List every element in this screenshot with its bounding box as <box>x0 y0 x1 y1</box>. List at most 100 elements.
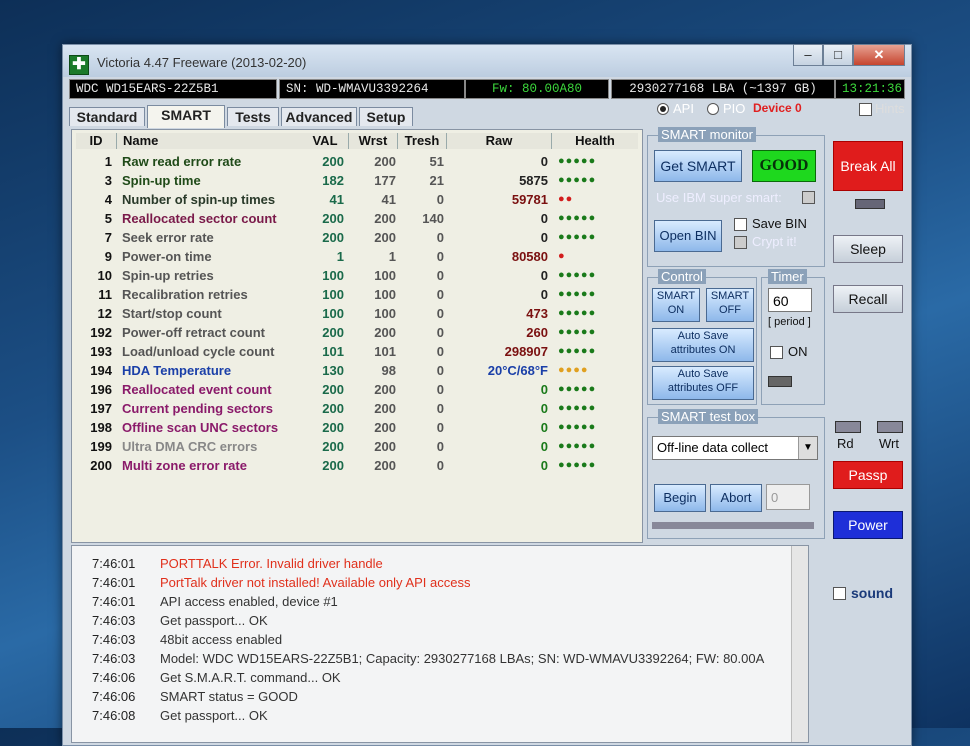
attr-id: 196 <box>90 382 112 397</box>
attr-raw: 0 <box>540 211 548 226</box>
attr-raw: 20°C/68°F <box>487 363 548 378</box>
col-raw[interactable]: Raw <box>447 133 552 149</box>
tab-advanced[interactable]: Advanced <box>281 107 357 126</box>
window-title: Victoria 4.47 Freeware (2013-02-20) <box>97 55 307 70</box>
col-val[interactable]: VAL <box>302 133 349 149</box>
log-line: 7:46:03 Get passport... OK <box>92 611 268 630</box>
log-time: 7:46:01 <box>92 556 136 571</box>
attr-tresh: 0 <box>436 287 444 302</box>
table-row[interactable]: 197 Current pending sectors 200 200 0 0 ●●●●● <box>76 399 638 418</box>
table-row[interactable]: 200 Multi zone error rate 200 200 0 0 ●●●●● <box>76 456 638 475</box>
attr-wrst: 101 <box>374 344 396 359</box>
crypt-checkbox[interactable] <box>734 236 747 249</box>
col-health[interactable]: Health <box>552 133 638 149</box>
table-row[interactable]: 9 Power-on time 1 1 0 80580 ● <box>76 247 638 266</box>
tab-tests[interactable]: Tests <box>227 107 279 126</box>
power-button[interactable]: Power <box>833 511 903 539</box>
test-type-select[interactable]: Off-line data collect ▼ <box>652 436 818 460</box>
attr-tresh: 0 <box>436 306 444 321</box>
begin-button[interactable]: Begin <box>654 484 706 512</box>
attr-tresh: 0 <box>436 268 444 283</box>
attr-health: ●●●●● <box>558 307 597 319</box>
minimize-button[interactable]: – <box>793 44 823 66</box>
col-tresh[interactable]: Tresh <box>398 133 447 149</box>
table-row[interactable]: 199 Ultra DMA CRC errors 200 200 0 0 ●●●●● <box>76 437 638 456</box>
autosave-off-button[interactable]: Auto Save attributes OFF <box>652 366 754 400</box>
sound-checkbox[interactable] <box>833 587 846 600</box>
smart-monitor-title: SMART monitor <box>658 127 756 142</box>
attr-raw: 0 <box>540 154 548 169</box>
pio-radio[interactable] <box>707 103 719 115</box>
attr-val: 200 <box>322 401 344 416</box>
attr-val: 1 <box>336 249 344 264</box>
attr-health: ●●●●● <box>558 326 597 338</box>
get-smart-button[interactable]: Get SMART <box>654 150 742 182</box>
open-bin-button[interactable]: Open BIN <box>654 220 722 252</box>
attr-id: 1 <box>104 154 112 169</box>
attr-id: 12 <box>97 306 112 321</box>
log-message: 48bit access enabled <box>160 632 283 647</box>
hints-checkbox[interactable] <box>859 103 872 116</box>
attr-name: Multi zone error rate <box>122 458 247 473</box>
attr-tresh: 0 <box>436 458 444 473</box>
col-id[interactable]: ID <box>76 133 117 149</box>
firmware-display: Fw: 80.00A80 <box>465 79 609 99</box>
table-row[interactable]: 193 Load/unload cycle count 101 101 0 298907 ●… <box>76 342 638 361</box>
attr-raw: 0 <box>540 458 548 473</box>
table-row[interactable]: 4 Number of spin-up times 41 41 0 59781 ●● <box>76 190 638 209</box>
tab-smart[interactable]: SMART <box>147 105 225 128</box>
log-message: Get passport... OK <box>160 708 268 723</box>
attr-wrst: 200 <box>374 401 396 416</box>
autosave-off-label: Auto Save <box>677 368 729 380</box>
attr-wrst: 200 <box>374 458 396 473</box>
log-scrollbar[interactable] <box>791 546 808 742</box>
save-bin-checkbox[interactable] <box>734 218 747 231</box>
break-all-button[interactable]: Break All <box>833 141 903 191</box>
ibm-smart-checkbox[interactable] <box>802 191 815 204</box>
attr-name: Spin-up retries <box>122 268 214 283</box>
device-label: Device 0 <box>753 101 802 115</box>
attr-health: ●●●●● <box>558 212 597 224</box>
table-row[interactable]: 3 Spin-up time 182 177 21 5875 ●●●●● <box>76 171 638 190</box>
table-row[interactable]: 12 Start/stop count 100 100 0 473 ●●●●● <box>76 304 638 323</box>
maximize-button[interactable]: □ <box>823 44 853 66</box>
attr-wrst: 200 <box>374 382 396 397</box>
autosave-on-button[interactable]: Auto Save attributes ON <box>652 328 754 362</box>
attr-health: ●●●●● <box>558 402 597 414</box>
table-row[interactable]: 194 HDA Temperature 130 98 0 20°C/68°F ●●●● <box>76 361 638 380</box>
table-row[interactable]: 198 Offline scan UNC sectors 200 200 0 0 ●●●●● <box>76 418 638 437</box>
tab-standard[interactable]: Standard <box>69 107 145 126</box>
sleep-button[interactable]: Sleep <box>833 235 903 263</box>
attr-health: ●●●● <box>558 364 589 376</box>
api-radio[interactable] <box>657 103 669 115</box>
abort-button[interactable]: Abort <box>710 484 762 512</box>
table-row[interactable]: 196 Reallocated event count 200 200 0 0 ●●●●● <box>76 380 638 399</box>
attr-id: 3 <box>104 173 112 188</box>
col-wrst[interactable]: Wrst <box>349 133 398 149</box>
smart-off-button[interactable]: SMART OFF <box>706 288 754 322</box>
log-time: 7:46:03 <box>92 651 136 666</box>
table-row[interactable]: 192 Power-off retract count 200 200 0 260 ●●●●… <box>76 323 638 342</box>
attr-name: Number of spin-up times <box>122 192 276 207</box>
attr-tresh: 0 <box>436 420 444 435</box>
passp-button[interactable]: Passp <box>833 461 903 489</box>
attr-health: ● <box>558 250 566 262</box>
attr-health: ●●●●● <box>558 269 597 281</box>
sound-label: sound <box>851 585 893 601</box>
attr-tresh: 51 <box>429 154 444 169</box>
timer-on-checkbox[interactable] <box>770 346 783 359</box>
close-button[interactable]: ✕ <box>853 44 905 66</box>
table-row[interactable]: 11 Recalibration retries 100 100 0 0 ●●●●● <box>76 285 638 304</box>
table-row[interactable]: 1 Raw read error rate 200 200 51 0 ●●●●● <box>76 152 638 171</box>
table-row[interactable]: 5 Reallocated sector count 200 200 140 0 ●●●●● <box>76 209 638 228</box>
table-row[interactable]: 10 Spin-up retries 100 100 0 0 ●●●●● <box>76 266 638 285</box>
attr-id: 193 <box>90 344 112 359</box>
col-name[interactable]: Name <box>117 133 308 149</box>
tab-setup[interactable]: Setup <box>359 107 413 126</box>
timer-input[interactable]: 60 <box>768 288 812 312</box>
smart-on-button[interactable]: SMART ON <box>652 288 700 322</box>
attr-name: Reallocated sector count <box>122 211 277 226</box>
recall-button[interactable]: Recall <box>833 285 903 313</box>
table-row[interactable]: 7 Seek error rate 200 200 0 0 ●●●●● <box>76 228 638 247</box>
dropdown-arrow-icon[interactable]: ▼ <box>798 437 817 459</box>
